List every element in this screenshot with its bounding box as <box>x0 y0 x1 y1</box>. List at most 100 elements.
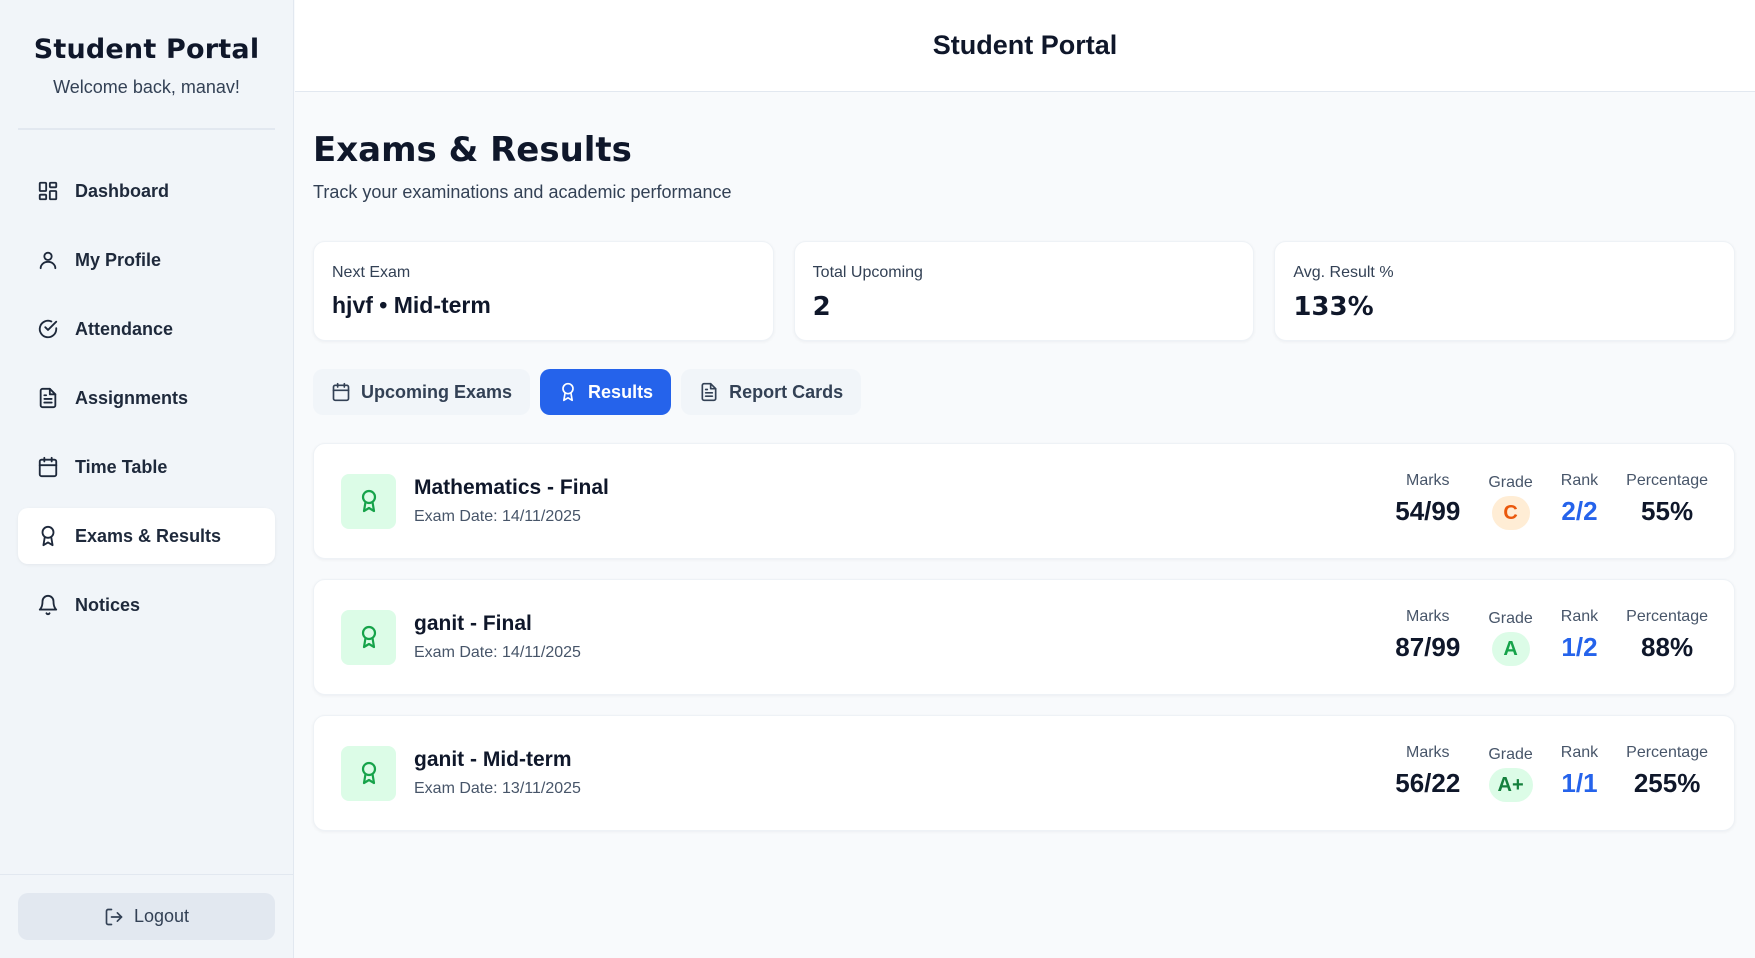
sidebar-item-label: Dashboard <box>75 180 170 201</box>
result-date: Exam Date: 14/11/2025 <box>414 644 581 661</box>
rank-value: 2/2 <box>1561 496 1598 526</box>
result-metrics: Marks 87/99 Grade A Rank 1/2 Percentage … <box>1367 608 1708 666</box>
check-circle-icon <box>37 318 59 340</box>
result-award-icon <box>341 609 396 665</box>
marks-value: 87/99 <box>1395 632 1461 662</box>
stats-row: Next Exam hjvf • Mid-term Total Upcoming… <box>313 241 1736 341</box>
brand: Student Portal Welcome back, manav! <box>0 0 293 98</box>
metric-rank: Rank 1/2 <box>1561 608 1598 663</box>
metric-label: Marks <box>1406 608 1450 625</box>
dashboard-icon <box>37 180 59 202</box>
calendar-icon <box>37 456 59 478</box>
stat-label: Avg. Result % <box>1293 264 1394 281</box>
metric-label: Rank <box>1560 472 1599 489</box>
sidebar-item-label: Time Table <box>75 456 168 477</box>
sidebar-item-label: Notices <box>75 594 141 615</box>
stat-card-next-exam: Next Exam hjvf • Mid-term <box>313 241 774 341</box>
stat-card-total-upcoming: Total Upcoming 2 <box>793 241 1255 341</box>
grade-badge: C <box>1491 496 1530 530</box>
metric-rank: Rank 1/1 <box>1561 744 1598 799</box>
award-icon <box>361 489 376 513</box>
tab-results[interactable]: Results <box>540 369 672 415</box>
welcome-message: Welcome back, manav! <box>53 77 240 97</box>
sidebar-item-time-table[interactable]: Time Table <box>18 439 275 495</box>
award-icon <box>361 625 376 649</box>
stat-value: hjvf • Mid-term <box>332 292 491 318</box>
exam-tabs: Upcoming Exams Results Report Cards <box>313 369 1735 415</box>
marks-value: 54/99 <box>1395 496 1461 526</box>
metric-rank: Rank 2/2 <box>1561 472 1598 527</box>
result-date: Exam Date: 13/11/2025 <box>414 780 581 797</box>
metric-grade: Grade C <box>1488 472 1533 530</box>
sidebar-bottom-divider <box>0 874 293 875</box>
sidebar-item-label: My Profile <box>75 249 162 270</box>
metric-percentage: Percentage 88% <box>1626 608 1708 663</box>
metric-label: Rank <box>1560 608 1599 625</box>
result-award-icon <box>341 473 396 529</box>
tab-label: Results <box>588 381 654 402</box>
metric-marks: Marks 54/99 <box>1395 472 1460 527</box>
document-icon <box>701 382 717 402</box>
sidebar-item-notices[interactable]: Notices <box>18 577 275 633</box>
result-card[interactable]: Mathematics - Final Exam Date: 14/11/202… <box>313 443 1735 559</box>
grade-badge: A <box>1491 632 1530 666</box>
metric-label: Percentage <box>1626 472 1708 489</box>
rank-value: 1/2 <box>1561 632 1598 662</box>
sidebar-item-label: Attendance <box>75 318 174 339</box>
tab-upcoming-exams[interactable]: Upcoming Exams <box>313 369 531 415</box>
sidebar: Student Portal Welcome back, manav! Dash… <box>0 0 294 958</box>
metric-label: Grade <box>1488 746 1533 763</box>
sidebar-item-dashboard[interactable]: Dashboard <box>18 163 275 219</box>
metric-label: Marks <box>1406 472 1450 489</box>
tab-label: Upcoming Exams <box>361 381 513 402</box>
logout-label: Logout <box>133 906 190 926</box>
main-content: Exams & Results Track your examinations … <box>313 92 1736 851</box>
metric-label: Grade <box>1488 474 1533 491</box>
result-metrics: Marks 54/99 Grade C Rank 2/2 Percentage … <box>1367 472 1708 530</box>
document-icon <box>37 387 59 409</box>
sidebar-item-assignments[interactable]: Assignments <box>18 370 275 426</box>
metric-label: Percentage <box>1626 744 1708 761</box>
result-info: Mathematics - Final Exam Date: 14/11/202… <box>414 476 609 526</box>
result-date: Exam Date: 14/11/2025 <box>414 508 581 525</box>
result-award-icon <box>341 745 396 801</box>
tab-label: Report Cards <box>729 381 844 402</box>
metric-marks: Marks 87/99 <box>1395 608 1460 663</box>
metric-percentage: Percentage 55% <box>1626 472 1708 527</box>
metric-marks: Marks 56/22 <box>1395 744 1460 799</box>
page-title: Exams & Results <box>313 130 632 170</box>
grade-badge: A+ <box>1488 768 1533 802</box>
calendar-icon <box>332 382 350 402</box>
stat-card-avg-result: Avg. Result % 133% <box>1274 241 1736 341</box>
result-metrics: Marks 56/22 Grade A+ Rank 1/1 Percentage… <box>1367 744 1708 802</box>
metric-label: Grade <box>1488 610 1533 627</box>
result-card[interactable]: ganit - Mid-term Exam Date: 13/11/2025 M… <box>313 715 1735 831</box>
percentage-value: 255% <box>1633 768 1701 798</box>
result-title: ganit - Mid-term <box>414 748 572 771</box>
stat-value: 2 <box>812 292 831 322</box>
logout-button[interactable]: Logout <box>18 893 275 940</box>
marks-value: 56/22 <box>1395 768 1461 798</box>
result-title: Mathematics - Final <box>414 476 609 499</box>
percentage-value: 55% <box>1641 496 1694 526</box>
sidebar-item-my-profile[interactable]: My Profile <box>18 232 275 288</box>
percentage-value: 88% <box>1641 632 1694 662</box>
sidebar-item-label: Exams & Results <box>75 525 222 546</box>
result-info: ganit - Mid-term Exam Date: 13/11/2025 <box>414 748 581 798</box>
result-info: ganit - Final Exam Date: 14/11/2025 <box>414 612 581 662</box>
stat-label: Next Exam <box>332 264 411 281</box>
sidebar-item-exams-results[interactable]: Exams & Results <box>18 508 275 564</box>
sidebar-item-attendance[interactable]: Attendance <box>18 301 275 357</box>
result-card[interactable]: ganit - Final Exam Date: 14/11/2025 Mark… <box>313 579 1735 695</box>
page-subtitle: Track your examinations and academic per… <box>313 182 732 202</box>
topbar-title: Student Portal <box>932 30 1118 60</box>
sidebar-item-label: Assignments <box>75 387 189 408</box>
stat-value: 133% <box>1293 292 1374 322</box>
award-icon <box>562 382 574 402</box>
tab-report-cards[interactable]: Report Cards <box>681 369 862 415</box>
stat-label: Total Upcoming <box>812 264 923 281</box>
user-icon <box>37 249 59 271</box>
award-icon <box>37 525 59 547</box>
rank-value: 1/1 <box>1561 768 1598 798</box>
metric-grade: Grade A <box>1488 608 1533 666</box>
